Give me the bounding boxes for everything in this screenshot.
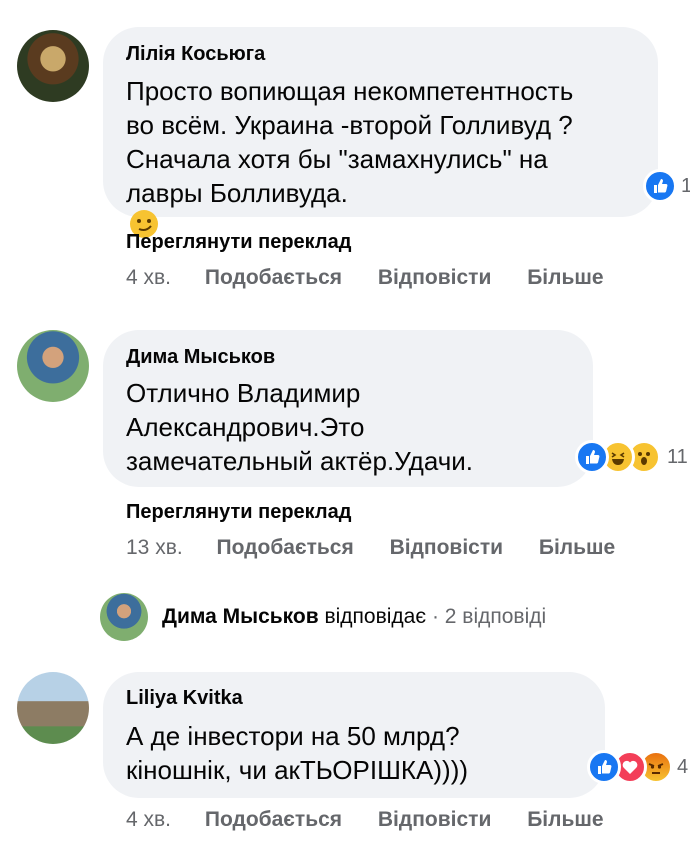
reaction-summary[interactable]: 1 [643,166,690,206]
like-reaction-icon [575,440,609,474]
more-button[interactable]: Більше [539,536,615,559]
comment-text-line: Александрович.Это [126,412,365,442]
timestamp[interactable]: 4 хв. [126,266,171,289]
reaction-count: 4 [677,755,689,778]
like-button[interactable]: Подобається [205,266,342,289]
reply-action: відповідає [324,605,427,628]
see-translation-link[interactable]: Переглянути переклад [126,231,351,254]
comment-text-line: Сначала хотя бы "замахнулись" на [126,144,548,174]
comment-text-line: Просто вопиющая некомпетентность [126,76,574,106]
avatar[interactable] [17,672,89,744]
reply-button[interactable]: Відповісти [378,266,491,289]
comment-text-line: А де інвестори на 50 млрд? [126,721,460,751]
avatar[interactable] [17,30,89,102]
reply-author[interactable]: Дима Мыськов [162,605,319,628]
comment-author[interactable]: Дима Мыськов [126,346,275,369]
comment-author[interactable]: Лілія Косьюга [126,43,265,66]
comment-text-line: замечательный актёр.Удачи. [126,446,474,476]
comment-text-line: Отлично Владимир [126,378,361,408]
see-translation-link[interactable]: Переглянути переклад [126,501,351,524]
timestamp[interactable]: 13 хв. [126,536,183,559]
comment-text-line: кіношнік, чи акТЬОРІШКА)))) [126,755,469,785]
reply-button[interactable]: Відповісти [378,808,491,831]
reply-count[interactable]: 2 відповіді [445,605,546,628]
avatar[interactable] [17,330,89,402]
like-button[interactable]: Подобається [205,808,342,831]
more-button[interactable]: Більше [527,808,603,831]
comment-text: Отлично Владимир Александрович.Это замеч… [126,376,473,478]
reaction-summary[interactable]: 4 [587,747,688,787]
timestamp[interactable]: 4 хв. [126,808,171,831]
comment-text-line: лавры Болливуда. [126,178,348,208]
comment-text: А де інвестори на 50 млрд? кіношнік, чи … [126,719,468,787]
reaction-summary[interactable]: 11 [575,437,688,477]
comment-actions: 4 хв. Подобається Відповісти Більше [126,808,604,832]
reply-button[interactable]: Відповісти [390,536,503,559]
like-reaction-icon [587,750,621,784]
like-button[interactable]: Подобається [217,536,354,559]
comment-text-line: во всём. Украина -второй Голливуд ? [126,110,573,140]
like-reaction-icon [643,169,677,203]
comment-text: Просто вопиющая некомпетентность во всём… [126,74,573,238]
reaction-count: 1 [681,174,690,197]
reply-avatar [100,593,148,641]
comment-author[interactable]: Liliya Kvitka [126,687,243,710]
separator: · [431,605,439,628]
comment-actions: 13 хв. Подобається Відповісти Більше [126,536,615,560]
more-button[interactable]: Більше [527,266,603,289]
comment-actions: 4 хв. Подобається Відповісти Більше [126,266,604,290]
reaction-count: 11 [667,445,688,468]
